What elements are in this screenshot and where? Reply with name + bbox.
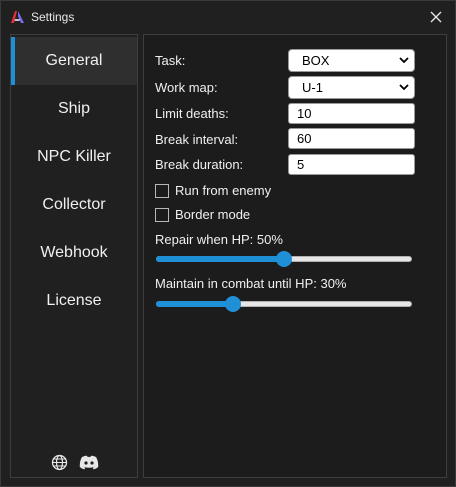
break-interval-label: Break interval: — [155, 132, 239, 147]
task-label: Task: — [155, 53, 186, 68]
limit-deaths-input[interactable]: 10 — [288, 103, 415, 124]
slider-fill — [156, 301, 233, 307]
slider-thumb[interactable] — [225, 296, 241, 312]
break-duration-label: Break duration: — [155, 157, 244, 172]
chevron-down-icon — [399, 84, 409, 91]
run-from-enemy-checkbox[interactable] — [155, 183, 169, 198]
language-button[interactable] — [49, 453, 69, 471]
chevron-down-icon — [399, 57, 409, 64]
discord-icon — [79, 455, 99, 469]
close-icon — [430, 11, 442, 23]
sidebar-item-npc-killer[interactable]: NPC Killer — [11, 133, 137, 181]
general-settings-panel: Task: BOX Work map: U-1 Limit deaths: 10… — [143, 34, 447, 478]
work-map-select[interactable]: U-1 — [288, 76, 415, 99]
run-from-enemy-option[interactable]: Run from enemy — [155, 183, 271, 198]
sidebar-item-license[interactable]: License — [11, 277, 137, 325]
discord-button[interactable] — [79, 453, 99, 471]
sidebar-item-webhook[interactable]: Webhook — [11, 229, 137, 277]
task-select-value: BOX — [302, 53, 330, 68]
border-mode-option[interactable]: Border mode — [155, 207, 250, 222]
app-logo-icon — [11, 11, 24, 23]
sidebar-item-general[interactable]: General — [11, 37, 137, 85]
work-map-select-value: U-1 — [302, 80, 323, 95]
slider-thumb[interactable] — [276, 251, 292, 267]
break-duration-input[interactable]: 5 — [288, 154, 415, 175]
work-map-label: Work map: — [155, 80, 218, 95]
border-mode-label: Border mode — [175, 207, 251, 222]
globe-icon — [51, 454, 67, 470]
task-select[interactable]: BOX — [288, 49, 415, 72]
sidebar-footer — [49, 453, 99, 471]
title-bar: Settings — [1, 1, 455, 33]
break-interval-input[interactable]: 60 — [288, 128, 415, 149]
sidebar: General Ship NPC Killer Collector Webhoo… — [10, 34, 138, 478]
window-title: Settings — [31, 10, 75, 24]
slider-fill — [156, 256, 284, 262]
repair-hp-slider[interactable] — [156, 251, 412, 267]
settings-window: Settings General Ship NPC Killer Collect… — [0, 0, 456, 487]
repair-hp-label: Repair when HP: 50% — [155, 232, 283, 247]
sidebar-item-ship[interactable]: Ship — [11, 85, 137, 133]
limit-deaths-label: Limit deaths: — [155, 106, 229, 121]
border-mode-checkbox[interactable] — [155, 207, 169, 222]
sidebar-item-collector[interactable]: Collector — [11, 181, 137, 229]
combat-hp-label: Maintain in combat until HP: 30% — [155, 276, 347, 291]
combat-hp-slider[interactable] — [156, 296, 412, 312]
run-from-enemy-label: Run from enemy — [175, 183, 272, 198]
close-button[interactable] — [425, 6, 447, 28]
